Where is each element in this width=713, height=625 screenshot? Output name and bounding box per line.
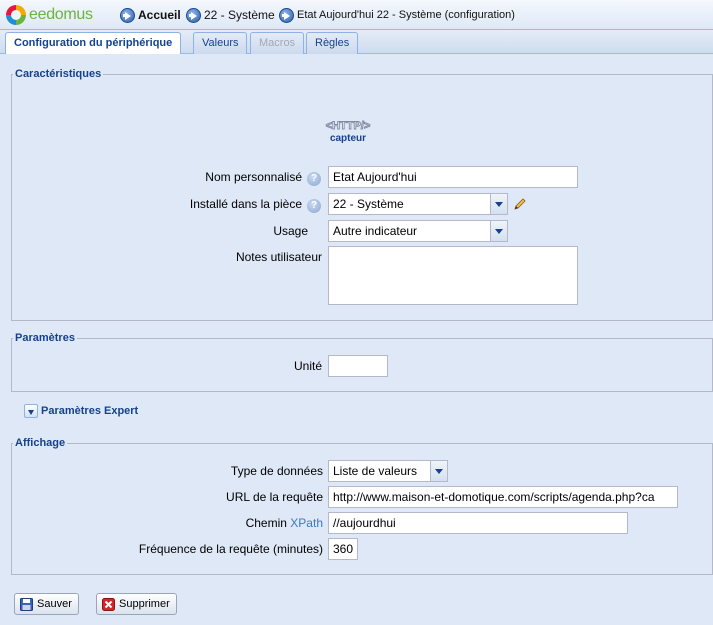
expand-icon[interactable]: [24, 404, 38, 418]
chemin-label-text: Chemin: [245, 516, 287, 530]
nom-input[interactable]: Etat Aujourd'hui: [328, 166, 578, 188]
frequence-label: Fréquence de la requête (minutes): [138, 542, 323, 556]
piece-select[interactable]: 22 - Système: [328, 193, 508, 215]
usage-select[interactable]: Autre indicateur: [328, 220, 508, 242]
breadcrumb-accueil[interactable]: Accueil: [120, 6, 181, 24]
url-label: URL de la requête: [226, 490, 323, 504]
affichage-title: Affichage: [13, 437, 68, 449]
nom-label: Nom personnalisé: [205, 170, 302, 184]
tab-configuration[interactable]: Configuration du périphérique: [5, 32, 182, 55]
top-breadcrumb-bar: eedomus Accueil 22 - Système Etat Aujour…: [0, 0, 713, 30]
chevron-down-icon[interactable]: [490, 194, 507, 214]
pencil-edit-icon[interactable]: [512, 196, 528, 212]
delete-icon: [102, 597, 115, 611]
parametres-expert-title: Paramètres Expert: [41, 405, 139, 417]
usage-select-value: Autre indicateur: [333, 224, 418, 238]
frequence-input[interactable]: 360: [328, 538, 358, 560]
eedomus-logo[interactable]: eedomus: [6, 4, 93, 26]
unite-input[interactable]: [328, 355, 388, 377]
tab-regles[interactable]: Règles: [306, 32, 359, 54]
type-donnees-select[interactable]: Liste de valeurs: [328, 460, 448, 482]
chevron-down-icon[interactable]: [430, 461, 447, 481]
piece-select-value: 22 - Système: [333, 197, 404, 211]
tab-valeurs[interactable]: Valeurs: [193, 32, 248, 54]
xpath-link[interactable]: XPath: [290, 516, 323, 530]
piece-label: Installé dans la pièce: [189, 197, 302, 211]
url-input[interactable]: http://www.maison-et-domotique.com/scrip…: [328, 486, 678, 508]
chemin-input[interactable]: //aujourdhui: [328, 512, 628, 534]
parametres-title: Paramètres: [13, 332, 77, 344]
caracteristiques-title: Caractéristiques: [13, 68, 104, 80]
device-type-label: capteur: [329, 133, 367, 144]
help-icon[interactable]: ?: [307, 172, 321, 186]
chemin-label: Chemin XPath: [120, 516, 323, 530]
usage-label: Usage: [273, 224, 308, 238]
delete-button[interactable]: Supprimer: [96, 593, 177, 615]
save-button[interactable]: Sauver: [14, 593, 79, 615]
arrow-right-icon: [120, 7, 135, 23]
notes-textarea[interactable]: [328, 246, 578, 305]
breadcrumb-piece[interactable]: 22 - Système: [186, 6, 275, 24]
tab-macros: Macros: [250, 32, 305, 54]
http-icon: <HTTP/>: [325, 120, 371, 133]
notes-label: Notes utilisateur: [235, 250, 322, 264]
arrow-right-icon: [186, 7, 201, 23]
logo-text: eedomus: [29, 6, 93, 23]
parametres-expert-toggle[interactable]: Paramètres Expert: [24, 404, 138, 418]
delete-label: Supprimer: [119, 598, 170, 610]
configuration-panel: Caractéristiques <HTTP/> capteur Nom per…: [0, 54, 713, 625]
breadcrumb-label: Accueil: [138, 8, 181, 22]
unite-label: Unité: [293, 359, 322, 373]
type-donnees-label: Type de données: [230, 464, 323, 478]
breadcrumb-label: Etat Aujourd'hui 22 - Système (configura…: [297, 9, 515, 21]
save-label: Sauver: [37, 598, 72, 610]
type-donnees-value: Liste de valeurs: [333, 464, 418, 478]
help-icon[interactable]: ?: [307, 199, 321, 213]
eedomus-logo-icon: [6, 5, 26, 25]
breadcrumb-label: 22 - Système: [204, 8, 275, 22]
tab-strip: Configuration du périphérique Valeurs Ma…: [0, 30, 713, 55]
chevron-down-icon[interactable]: [490, 221, 507, 241]
breadcrumb-current: Etat Aujourd'hui 22 - Système (configura…: [279, 6, 515, 24]
svg-text:<HTTP/>: <HTTP/>: [326, 120, 371, 132]
arrow-right-icon: [279, 7, 294, 23]
floppy-disk-icon: [20, 597, 33, 611]
